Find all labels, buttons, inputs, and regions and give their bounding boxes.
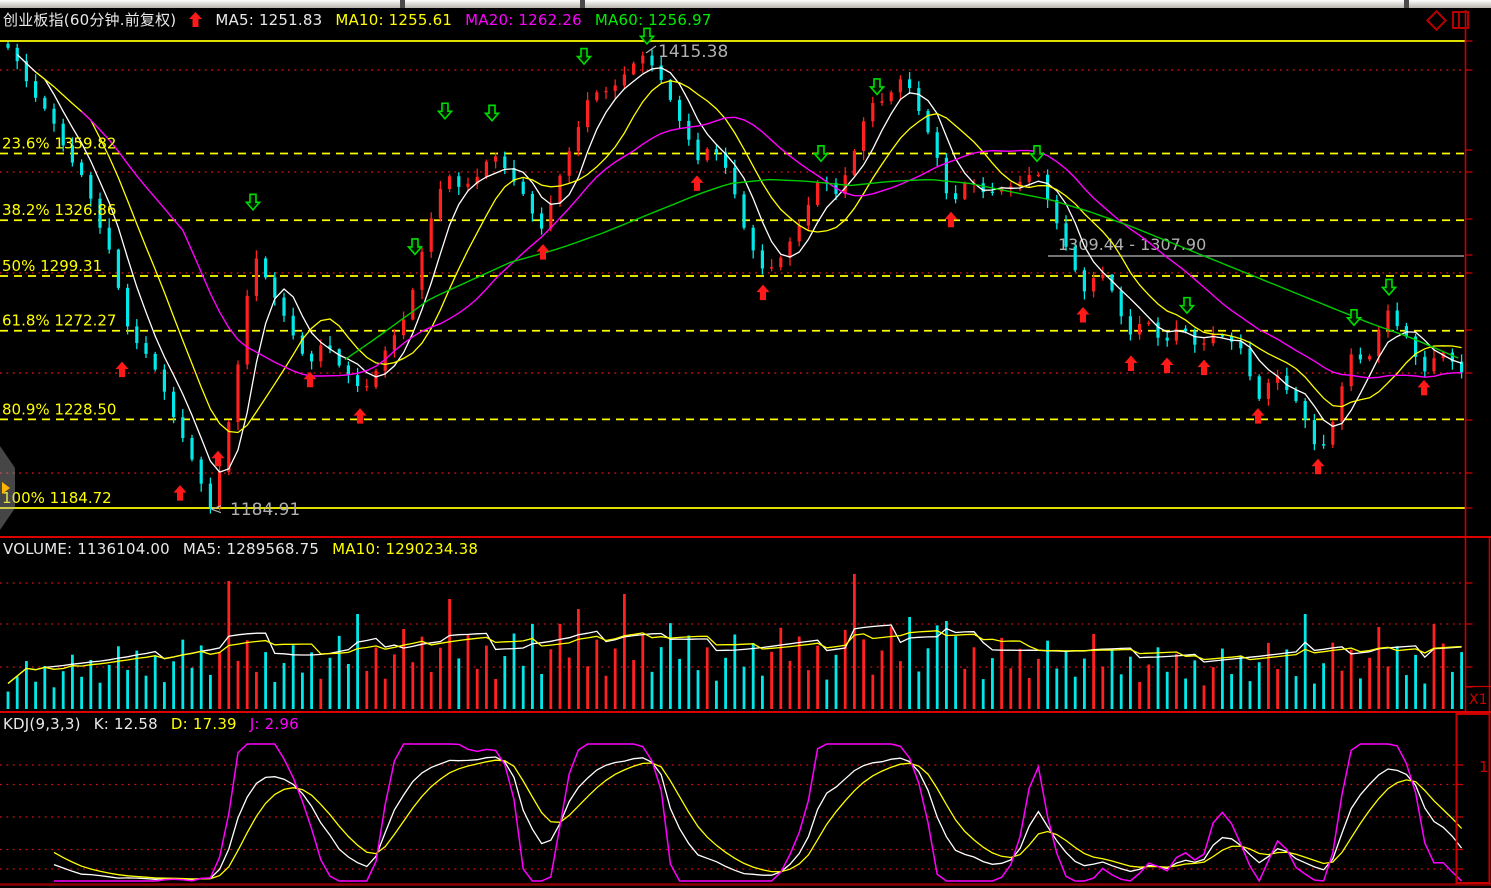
up-arrow-icon	[189, 12, 202, 27]
volume-value: VOLUME: 1136104.00	[3, 540, 170, 558]
volume-ma10-value: MA10: 1290234.38	[332, 540, 478, 558]
diamond-icon[interactable]	[1426, 9, 1447, 30]
instrument-title: 创业板指(60分钟.前复权)	[3, 9, 176, 30]
main-chart-area[interactable]	[0, 8, 1465, 537]
kdj-name: KDJ(9,3,3)	[3, 715, 81, 733]
ma60-value: MA60: 1256.97	[595, 11, 712, 29]
svg-text:X1: X1	[1469, 692, 1488, 708]
kdj-k-value: K: 12.58	[94, 715, 158, 733]
split-window-icon[interactable]	[1452, 11, 1469, 29]
ma10-value: MA10: 1255.61	[335, 11, 452, 29]
kdj-d-value: D: 17.39	[171, 715, 237, 733]
main-chart-header: 创业板指(60分钟.前复权) MA5: 1251.83 MA10: 1255.6…	[3, 9, 712, 30]
expand-arrow-icon	[2, 482, 10, 494]
kdj-header: KDJ(9,3,3) K: 12.58 D: 17.39 J: 2.96	[3, 715, 299, 733]
ma5-value: MA5: 1251.83	[215, 11, 322, 29]
volume-ma5-value: MA5: 1289568.75	[183, 540, 319, 558]
corner-icon-group	[1429, 11, 1469, 29]
ma20-value: MA20: 1262.26	[465, 11, 582, 29]
volume-chart-area[interactable]	[0, 538, 1465, 712]
chart-canvas[interactable]: 1309.44 - 1307.9023.6% 1359.8238.2% 1326…	[0, 0, 1491, 888]
kdj-chart-area[interactable]	[0, 713, 1465, 884]
svg-text:1: 1	[1479, 758, 1489, 776]
volume-header: VOLUME: 1136104.00 MA5: 1289568.75 MA10:…	[3, 540, 478, 558]
kdj-j-value: J: 2.96	[250, 715, 299, 733]
trading-app-window: 1309.44 - 1307.9023.6% 1359.8238.2% 1326…	[0, 0, 1491, 888]
